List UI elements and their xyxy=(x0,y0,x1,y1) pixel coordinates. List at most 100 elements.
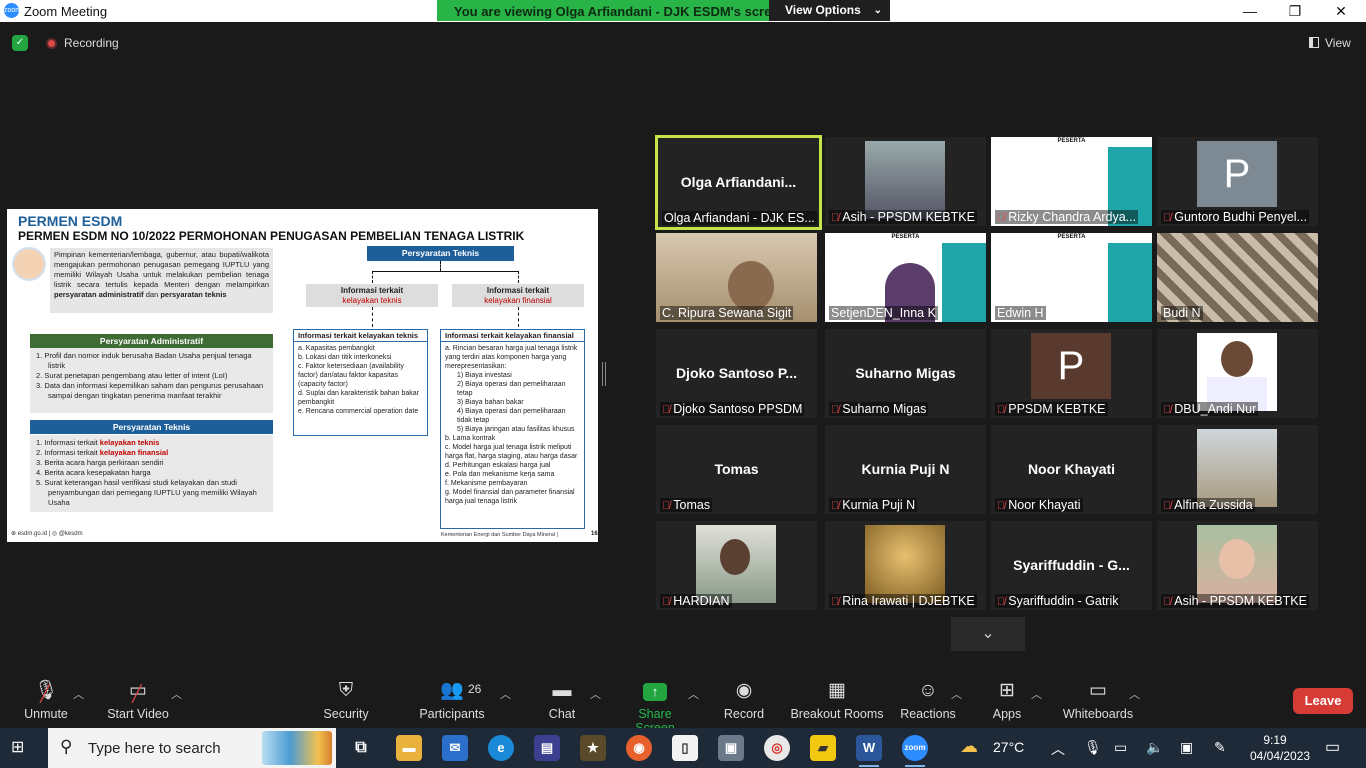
participant-tile[interactable]: PESERTA 🎙̸ Rizky Chandra Ardya... xyxy=(991,137,1152,226)
teknis-detail-item: a. Kapasitas pembangkit xyxy=(298,345,375,352)
finansial-detail-item: c. Model harga jual tenaga listrik melip… xyxy=(445,444,578,460)
media-app-icon[interactable]: ★ xyxy=(580,735,606,761)
firefox-icon[interactable]: ◉ xyxy=(626,735,652,761)
weather-temperature[interactable]: 27°C xyxy=(993,739,1024,755)
taskbar-search-box[interactable]: ⚲ Type here to search xyxy=(48,728,336,768)
slide-brand: PERMEN ESDM xyxy=(18,213,123,229)
split-divider-handle[interactable] xyxy=(602,362,606,386)
finansial-detail-item: g. Model finansial dan parameter finansi… xyxy=(445,489,575,505)
microphone-muted-icon: 🎙̸ xyxy=(1163,404,1172,416)
participant-tile[interactable]: 🎙̸ Asih - PPSDM KEBTKE xyxy=(1157,521,1318,610)
record-button[interactable]: ◉ Record xyxy=(719,680,769,721)
participant-tile[interactable]: PESERTA Edwin H xyxy=(991,233,1152,322)
shared-screen-slide: PERMEN ESDM PERMEN ESDM NO 10/2022 PERMO… xyxy=(7,209,598,542)
participant-tile[interactable]: Djoko Santoso P... 🎙̸ Djoko Santoso PPSDM xyxy=(656,329,817,418)
file-explorer-icon[interactable]: ▬ xyxy=(396,735,422,761)
chrome-icon[interactable]: ◎ xyxy=(764,735,790,761)
document-icon[interactable]: ▯ xyxy=(672,735,698,761)
mail-icon[interactable]: ✉ xyxy=(442,735,468,761)
share-screen-button[interactable]: ↑ Share Screen xyxy=(618,680,692,735)
participant-tile[interactable]: 🎙̸ Asih - PPSDM KEBTKE xyxy=(825,137,986,226)
encryption-shield-icon[interactable]: ✓ xyxy=(12,35,28,51)
breakout-rooms-button[interactable]: ▦ Breakout Rooms xyxy=(790,680,884,721)
recording-dot-icon xyxy=(46,38,57,49)
windows-start-icon[interactable]: ⊞ xyxy=(11,739,31,757)
apps-button[interactable]: ⊞ Apps xyxy=(987,680,1027,721)
start-video-button[interactable]: ▭ ╱ Start Video xyxy=(103,680,173,721)
participant-tile[interactable]: Tomas 🎙̸ Tomas xyxy=(656,425,817,514)
participant-photo xyxy=(1197,525,1277,603)
volume-icon[interactable]: 🔈 xyxy=(1146,739,1163,756)
participant-tile[interactable]: Kurnia Puji N 🎙̸ Kurnia Puji N xyxy=(825,425,986,514)
participant-tile[interactable]: P 🎙̸ PPSDM KEBTKE xyxy=(991,329,1152,418)
flow-connector xyxy=(518,271,519,283)
teknis-item-text: 1. Informasi terkait xyxy=(36,438,100,447)
teknis-detail-item: c. Faktor ketersediaan (availability fac… xyxy=(298,363,404,388)
apps-options-caret-icon[interactable]: ︿ xyxy=(1031,686,1042,702)
reactions-options-caret-icon[interactable]: ︿ xyxy=(951,686,962,702)
participants-count: 26 xyxy=(468,682,482,696)
teknis-detail-item: e. Rencana commercial operation date xyxy=(298,408,419,415)
shield-icon: ⛨ xyxy=(338,680,354,701)
info-finansial-line1: Informasi terkait xyxy=(486,286,550,295)
view-button[interactable]: View xyxy=(1309,36,1351,50)
peserta-heading: PESERTA xyxy=(891,234,920,240)
participant-tile[interactable]: 🎙̸ DBU_Andi Nur xyxy=(1157,329,1318,418)
participant-photo xyxy=(1197,333,1277,411)
admin-item: 1. Profil dan nomor induk berusaha Badan… xyxy=(36,351,252,370)
leave-button[interactable]: Leave xyxy=(1293,688,1353,714)
participant-name: HARDIAN xyxy=(673,594,730,608)
weather-cloud-icon[interactable]: ☁ xyxy=(960,736,978,757)
reactions-button[interactable]: ☺ Reactions xyxy=(898,680,958,721)
participant-display-name: Suharno Migas xyxy=(855,365,956,381)
participant-tile[interactable]: Suharno Migas 🎙̸ Suharno Migas xyxy=(825,329,986,418)
sticky-notes-icon[interactable]: ▰ xyxy=(810,735,836,761)
participant-name: Asih - PPSDM KEBTKE xyxy=(842,210,975,224)
close-button[interactable]: ✕ xyxy=(1318,1,1364,21)
recording-label[interactable]: Recording xyxy=(64,36,119,50)
view-options-button[interactable]: View Options ⌄ xyxy=(769,0,890,21)
chat-options-caret-icon[interactable]: ︿ xyxy=(590,686,601,702)
zoom-taskbar-icon[interactable]: zoom xyxy=(902,735,928,767)
participant-tile[interactable]: P 🎙̸ Guntoro Budhi Penyel... xyxy=(1157,137,1318,226)
scanner-icon[interactable]: ▣ xyxy=(718,735,744,761)
edge-browser-icon[interactable]: e xyxy=(488,735,514,761)
participant-tile[interactable]: C. Ripura Sewana Sigit xyxy=(656,233,817,322)
system-clock[interactable]: 9:19 04/04/2023 xyxy=(1250,732,1310,764)
participant-tile[interactable]: PESERTA SetjenDEN_Inna K xyxy=(825,233,986,322)
minimize-button[interactable]: — xyxy=(1227,1,1273,21)
participant-name-label: 🎙̸ Rina Irawati | DJEBTKE xyxy=(829,594,977,608)
unmute-button[interactable]: 🎙 ╱ Unmute xyxy=(16,680,76,721)
teknis-item: 3. Berita acara harga perkiraan sendiri xyxy=(36,458,164,467)
battery-icon[interactable]: ▭ xyxy=(1114,739,1127,756)
participant-tile[interactable]: 🎙̸ HARDIAN xyxy=(656,521,817,610)
admin-heading: Persyaratan Administratif xyxy=(30,334,273,348)
store-icon[interactable]: ▤ xyxy=(534,735,560,761)
share-options-caret-icon[interactable]: ︿ xyxy=(688,686,699,702)
participant-tile[interactable]: 🎙̸ Alfina Zussida xyxy=(1157,425,1318,514)
whiteboards-options-caret-icon[interactable]: ︿ xyxy=(1129,686,1140,702)
video-options-caret-icon[interactable]: ︿ xyxy=(171,686,182,702)
microphone-muted-icon: 🎙̸ xyxy=(662,404,671,416)
task-view-icon[interactable]: ⧉ xyxy=(348,735,374,761)
word-icon[interactable]: W xyxy=(856,735,882,767)
participant-tile[interactable]: Budi N xyxy=(1157,233,1318,322)
participant-tile[interactable]: Olga Arfiandani... Olga Arfiandani - DJK … xyxy=(655,135,822,230)
display-tray-icon[interactable]: ▣ xyxy=(1180,739,1193,756)
teal-panel xyxy=(942,243,986,322)
participant-tile[interactable]: 🎙̸ Rina Irawati | DJEBTKE xyxy=(825,521,986,610)
restore-button[interactable]: ❐ xyxy=(1272,1,1318,21)
participants-options-caret-icon[interactable]: ︿ xyxy=(500,686,511,702)
participant-tile[interactable]: Syariffuddin - G... 🎙̸ Syariffuddin - Gatr… xyxy=(991,521,1152,610)
pen-tray-icon[interactable]: ✎ xyxy=(1214,739,1226,756)
participant-tile[interactable]: Noor Khayati 🎙̸ Noor Khayati xyxy=(991,425,1152,514)
notifications-icon[interactable]: ▭ xyxy=(1325,737,1340,757)
view-layout-icon xyxy=(1309,37,1319,48)
microphone-tray-icon[interactable]: 🎙 xyxy=(1084,739,1102,756)
audio-options-caret-icon[interactable]: ︿ xyxy=(73,686,84,702)
gallery-next-page-button[interactable]: ⌄ xyxy=(951,617,1025,651)
whiteboards-button[interactable]: ▭ Whiteboards xyxy=(1058,680,1138,721)
chat-button[interactable]: ▬ Chat xyxy=(540,680,584,721)
show-hidden-icons-caret[interactable]: ︿ xyxy=(1051,739,1065,759)
security-button[interactable]: ⛨ Security xyxy=(316,680,376,721)
